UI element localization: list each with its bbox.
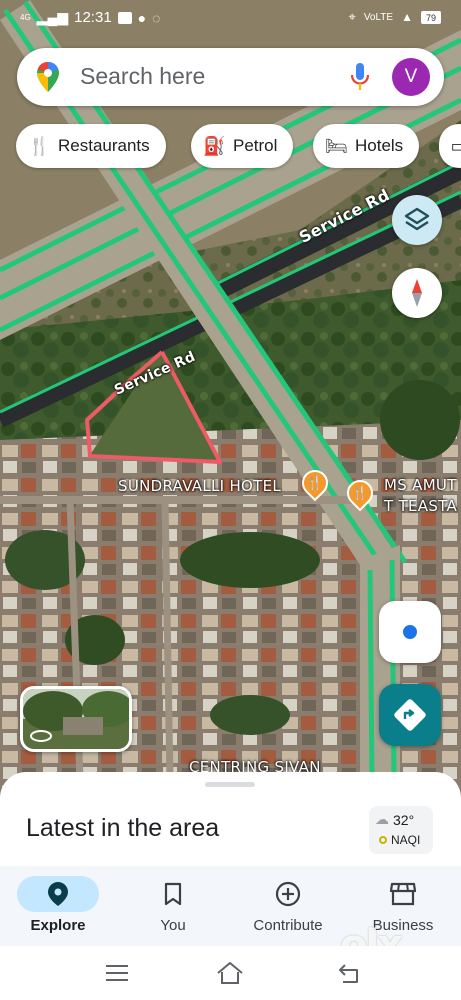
chip-restaurants[interactable]: 🍴 Restaurants <box>16 124 166 168</box>
more-category-icon: ▭ <box>450 135 461 156</box>
maps-pin-icon <box>37 62 59 92</box>
sheet-drag-handle[interactable] <box>205 782 255 787</box>
street-view-thumbnail[interactable] <box>20 686 132 752</box>
nav-label: Contribute <box>253 917 323 934</box>
chip-label: Petrol <box>233 136 278 155</box>
status-bar: 4G ▂▄▆ 12:31 ● ◌ ⌖ VoLTE ▲ 79 <box>0 0 461 36</box>
nav-you[interactable]: You <box>115 866 231 946</box>
air-quality: NAQI <box>391 833 421 847</box>
place-label-teastall[interactable]: T TEASTA <box>384 497 457 515</box>
my-location-icon <box>403 625 417 639</box>
nav-contribute[interactable]: Contribute <box>230 866 346 946</box>
cloud-icon: ☁ <box>375 811 389 827</box>
nav-label: You <box>160 917 186 934</box>
nav-explore[interactable]: Explore <box>0 866 116 946</box>
fuel-pump-icon: ⛽ <box>203 135 226 156</box>
explore-pin-icon <box>48 882 68 906</box>
directions-button[interactable] <box>379 684 441 746</box>
bookmark-icon <box>164 882 182 906</box>
bed-icon: 🛏 <box>325 135 348 156</box>
back-icon[interactable] <box>335 960 365 986</box>
search-input[interactable]: Search here <box>80 63 205 90</box>
layers-icon <box>404 207 430 231</box>
temperature: 32° <box>393 811 415 828</box>
location-icon: ⌖ <box>348 9 356 24</box>
whatsapp-notification-icon: ◌ <box>152 9 161 26</box>
compass-icon <box>412 279 422 307</box>
storefront-icon <box>390 882 416 906</box>
youtube-notification-icon <box>117 11 132 24</box>
air-quality-dot-icon <box>379 836 387 844</box>
system-navigation-bar <box>0 946 461 1000</box>
microphone-icon[interactable] <box>351 63 369 91</box>
network-indicator: 4G <box>20 13 31 22</box>
chip-label: Hotels <box>355 136 404 155</box>
weather-widget[interactable]: ☁ 32° NAQI <box>369 806 433 854</box>
fork-knife-icon: 🍴 <box>28 135 51 156</box>
volte-indicator: VoLTE <box>363 11 394 23</box>
account-avatar[interactable]: V <box>392 58 430 96</box>
add-circle-icon <box>275 881 301 907</box>
layers-button[interactable] <box>392 195 442 245</box>
battery-indicator: 79 <box>420 10 441 24</box>
my-location-button[interactable] <box>379 601 441 663</box>
clock: 12:31 <box>74 9 112 26</box>
sheet-title: Latest in the area <box>26 814 220 842</box>
wifi-signal-icon: ▲ <box>401 10 413 24</box>
home-icon[interactable] <box>215 960 245 986</box>
street-view-360-icon <box>30 730 52 742</box>
search-bar[interactable]: Search here V <box>17 48 444 106</box>
directions-icon <box>394 699 426 731</box>
chip-petrol[interactable]: ⛽ Petrol <box>191 124 294 168</box>
place-label-ms-amut[interactable]: MS AMUT <box>384 476 457 494</box>
message-notification-icon: ● <box>137 9 147 26</box>
compass-button[interactable] <box>392 268 442 318</box>
chip-hotels[interactable]: 🛏 Hotels <box>313 124 420 168</box>
nav-label: Explore <box>30 917 86 934</box>
menu-icon[interactable] <box>102 960 132 986</box>
chip-label: Restaurants <box>58 136 150 155</box>
place-label-sundravalli-hotel[interactable]: SUNDRAVALLI HOTEL <box>118 477 281 495</box>
signal-icon: ▂▄▆ <box>36 9 69 25</box>
